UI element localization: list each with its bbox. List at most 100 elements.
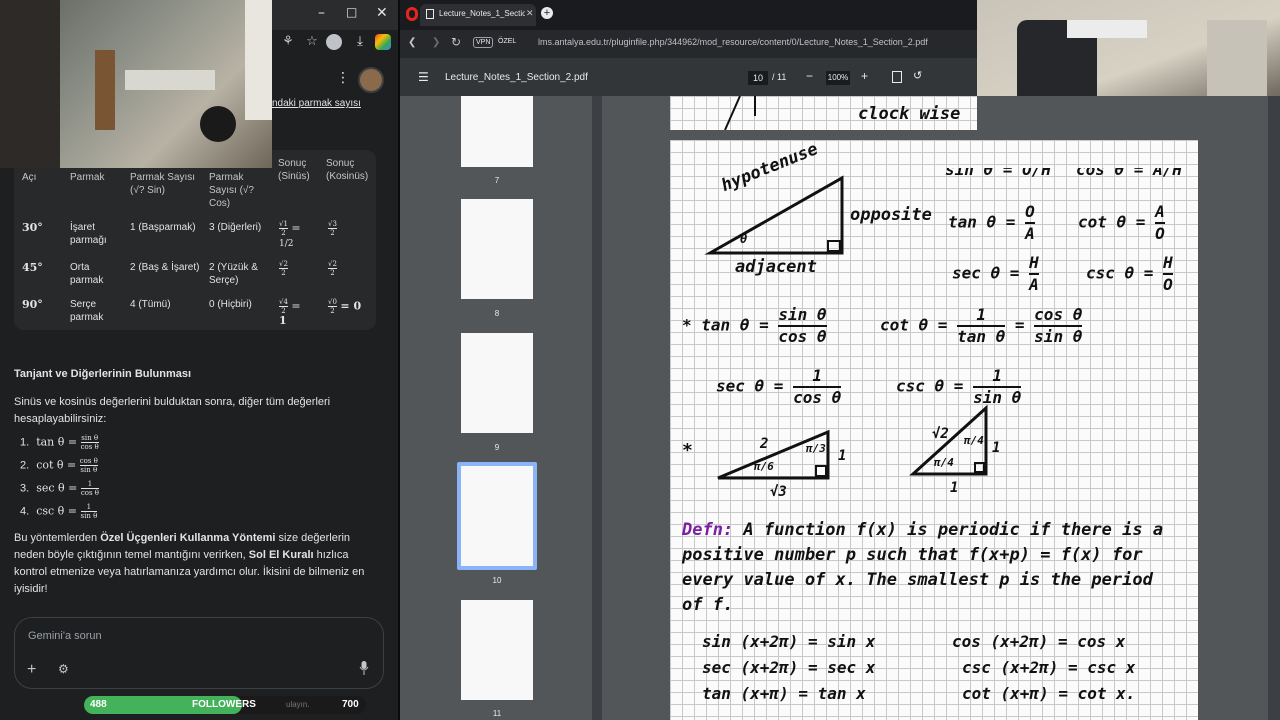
followers-goal-bar: 488 FOLLOWERS ulayın. 700 [84, 696, 366, 714]
periodic-definition-line: Defn: A function f(x) is periodic if the… [682, 520, 1164, 540]
plus-icon[interactable]: + [27, 661, 36, 679]
table-header: Açı [22, 172, 37, 183]
profile-small-icon[interactable] [326, 34, 342, 50]
extension-icon[interactable]: ⚘ [280, 34, 296, 50]
download-icon[interactable]: ⤓ [352, 34, 368, 50]
thumbnail-page[interactable] [461, 199, 533, 299]
tan-ratio: * tan θ = sin θ cos θ [682, 305, 827, 346]
periodicity-identity: sec (x+2π) = sec x [702, 658, 876, 677]
table-cell: 2 (Yüzük & Serçe) [209, 262, 258, 286]
periodic-definition-line: every value of x. The smallest p is the … [682, 570, 1153, 590]
thumbnail-page[interactable] [461, 600, 533, 700]
table-cell: √1 2 = [279, 220, 301, 237]
prompt-input-box[interactable] [14, 617, 384, 689]
table-cell: 45° [22, 261, 43, 274]
forward-icon[interactable]: ❯ [432, 37, 440, 48]
triangle2-adjacent: 1 [950, 480, 959, 496]
thumbnail-page[interactable] [461, 333, 533, 433]
zoom-out-icon[interactable]: − [806, 69, 813, 83]
bookmark-star-icon[interactable]: ☆ [304, 34, 320, 50]
tools-icon[interactable]: ⚙ [58, 662, 69, 676]
close-icon[interactable]: ✕ [376, 5, 388, 21]
table-cell: 30° [22, 221, 43, 234]
heading-fragment: ndaki parmak sayısı [272, 98, 361, 109]
prompt-input[interactable]: Gemini'a sorun [28, 630, 102, 642]
thumbnail-page[interactable] [461, 96, 533, 167]
periodicity-identity: cos (x+2π) = cos x [952, 632, 1126, 651]
table-cell: √3 2 [328, 220, 337, 237]
formula-item: 4. csc θ = 1 sin θ [20, 503, 98, 520]
section-title: Tanjant ve Diğerlerinin Bulunması [14, 368, 192, 380]
url-input[interactable]: lms.antalya.edu.tr/pluginfile.php/344962… [538, 37, 928, 47]
rotate-icon[interactable]: ↺ [913, 69, 922, 82]
opposite-label: opposite [850, 205, 932, 225]
table-cell: 1 (Başparmak) [130, 222, 196, 233]
triangle2-opposite: 1 [992, 440, 1001, 456]
thumbnail-page-current[interactable] [461, 466, 533, 566]
vpn-badge[interactable]: VPN [473, 37, 494, 48]
minimize-icon[interactable]: – [318, 5, 325, 21]
triangle1-opposite: 1 [838, 448, 847, 464]
reload-icon[interactable]: ↻ [451, 35, 461, 49]
sidebar-menu-icon[interactable]: ☰ [418, 70, 429, 84]
maximize-icon[interactable]: □ [346, 5, 357, 19]
pdf-page-10: hypotenuse opposite adjacent θ sin θ = O… [670, 139, 1198, 720]
page-number-input[interactable]: 10 [748, 71, 768, 85]
table-cell: 2 (Baş & İşaret) [130, 262, 200, 273]
periodicity-identity: csc (x+2π) = csc x [962, 658, 1136, 677]
triangle1-angle: π/3 [806, 442, 826, 455]
theta-mark: θ [740, 232, 748, 246]
adjacent-label: adjacent [735, 257, 817, 277]
zoom-input[interactable]: 100% [826, 71, 850, 85]
periodic-definition-line: of f. [682, 595, 734, 615]
csc-definition: csc θ = HO [1086, 253, 1173, 294]
tan-definition: tan θ = OA [948, 202, 1035, 243]
new-tab-icon[interactable]: + [541, 7, 553, 19]
thumbnail-number: 8 [494, 309, 500, 318]
table-cell: 1/2 [279, 239, 294, 249]
periodicity-identity: tan (x+π) = tan x [702, 684, 866, 703]
formula-item: 1. tan θ = sin θ cos θ [20, 434, 99, 451]
periodicity-identity: cot (x+π) = cot x. [962, 684, 1136, 703]
thumbnail-scrollbar[interactable] [592, 96, 602, 720]
followers-ticker: ulayın. [286, 700, 310, 709]
table-header: Sonuç (Kosinüs) [326, 158, 369, 182]
tab-close-icon[interactable]: ✕ [526, 8, 534, 19]
cot-definition: cot θ = AO [1078, 202, 1165, 243]
pdf-title: Lecture_Notes_1_Section_2.pdf [445, 72, 588, 83]
opera-logo-icon[interactable] [406, 7, 418, 21]
formula-item: 2. cot θ = cos θ sin θ [20, 457, 98, 474]
back-icon[interactable]: ❮ [408, 37, 416, 48]
pdf-scrollbar[interactable] [1268, 96, 1280, 720]
avatar[interactable] [358, 67, 384, 93]
tab-title: Lecture_Notes_1_Section_ [439, 9, 525, 18]
triangle2-angle: π/4 [934, 456, 954, 469]
zoom-in-icon[interactable]: + [861, 69, 868, 83]
copilot-icon[interactable] [375, 34, 391, 50]
closing-text: Bu yöntemlerden Özel Üçgenleri Kullanma … [14, 532, 365, 595]
table-cell: 1 [279, 314, 287, 327]
table-cell: Serçe parmak [70, 299, 104, 323]
formula-item: 3. sec θ = 1 cos θ [20, 480, 100, 497]
table-cell: √4 2 = [279, 298, 301, 315]
followers-label: FOLLOWERS [192, 699, 256, 710]
table-header: Parmak Sayısı (√? Sin) [130, 172, 196, 196]
table-header: Parmak [70, 172, 105, 183]
table-header: Sonuç (Sinüs) [278, 158, 310, 182]
fit-page-icon[interactable] [892, 71, 902, 83]
thumbnail-number: 7 [494, 176, 500, 185]
followers-goal: 700 [342, 699, 359, 710]
sec-definition: sec θ = HA [952, 253, 1039, 294]
followers-current: 488 [90, 699, 107, 710]
more-menu-icon[interactable]: ⋮ [336, 70, 350, 86]
table-cell: √2 2 [279, 260, 288, 277]
pdf-page-9: clock wise [670, 96, 977, 130]
intro-text: Sinüs ve kosinüs değerlerini bulduktan s… [14, 396, 331, 425]
thumbnail-number: 9 [494, 443, 500, 452]
csc-ratio: csc θ = 1 sin θ [896, 366, 1022, 407]
thumbnail-number: 10 [492, 576, 502, 585]
microphone-icon[interactable] [359, 661, 369, 675]
table-cell: 4 (Tümü) [130, 299, 171, 310]
triangle2-hypotenuse: √2 [932, 426, 949, 442]
table-cell: 0 (Hiçbiri) [209, 299, 252, 310]
